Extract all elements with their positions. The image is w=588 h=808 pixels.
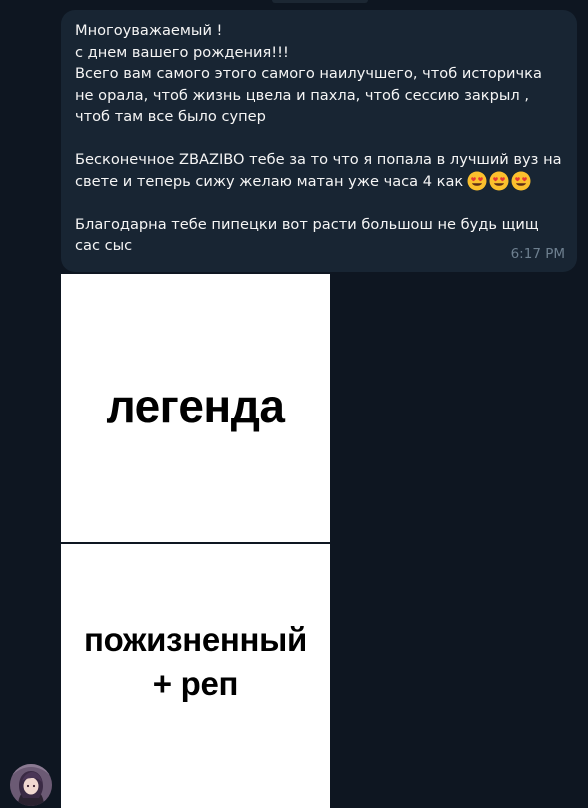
heart-eyes-emoji-icon xyxy=(467,171,487,190)
message-line: Бесконечное ZBAZIBO тебе за то что я поп… xyxy=(75,151,562,168)
message-line: сас сыс xyxy=(75,237,133,254)
meme-caption-top: легенда xyxy=(106,380,285,432)
emoji-group xyxy=(467,171,533,198)
sender-avatar[interactable] xyxy=(10,764,52,806)
message-line-with-emoji: свете и теперь сижу желаю матан уже часа… xyxy=(75,171,563,193)
message-line: не орала, чтоб жизнь цвела и пахла, чтоб… xyxy=(75,86,529,104)
heart-eyes-emoji-icon xyxy=(511,171,531,190)
heart-eyes-emoji-icon xyxy=(489,171,509,190)
avatar-portrait-icon xyxy=(10,764,52,806)
meme-caption-bottom: пожизненный + реп xyxy=(84,618,307,706)
meme-panel-top: легенда xyxy=(61,274,330,542)
meme-caption-bottom-line1: пожизненный xyxy=(83,621,308,658)
meme-image[interactable]: легенда пожизненный + реп xyxy=(61,274,330,808)
previous-message-edge xyxy=(272,0,368,3)
meme-panel-bottom: пожизненный + реп xyxy=(61,544,330,808)
chat-area: Многоуважаемый ! с днем вашего рождения!… xyxy=(0,0,588,808)
message-line: с днем вашего рождения!!! xyxy=(75,43,289,61)
message-time: 6:17 PM xyxy=(510,245,565,262)
message-line: Всего вам самого этого самого наилучшего… xyxy=(75,65,542,82)
message-line: чтоб там все было супер xyxy=(75,108,266,125)
message-line: Многоуважаемый ! xyxy=(75,22,223,39)
message-line-text: свете и теперь сижу желаю матан уже часа… xyxy=(75,172,464,190)
message-line: Благодарна тебе пипецки вот расти большо… xyxy=(75,215,539,233)
meme-caption-bottom-line2: + реп xyxy=(152,665,239,702)
message-bubble[interactable]: Многоуважаемый ! с днем вашего рождения!… xyxy=(61,10,577,272)
